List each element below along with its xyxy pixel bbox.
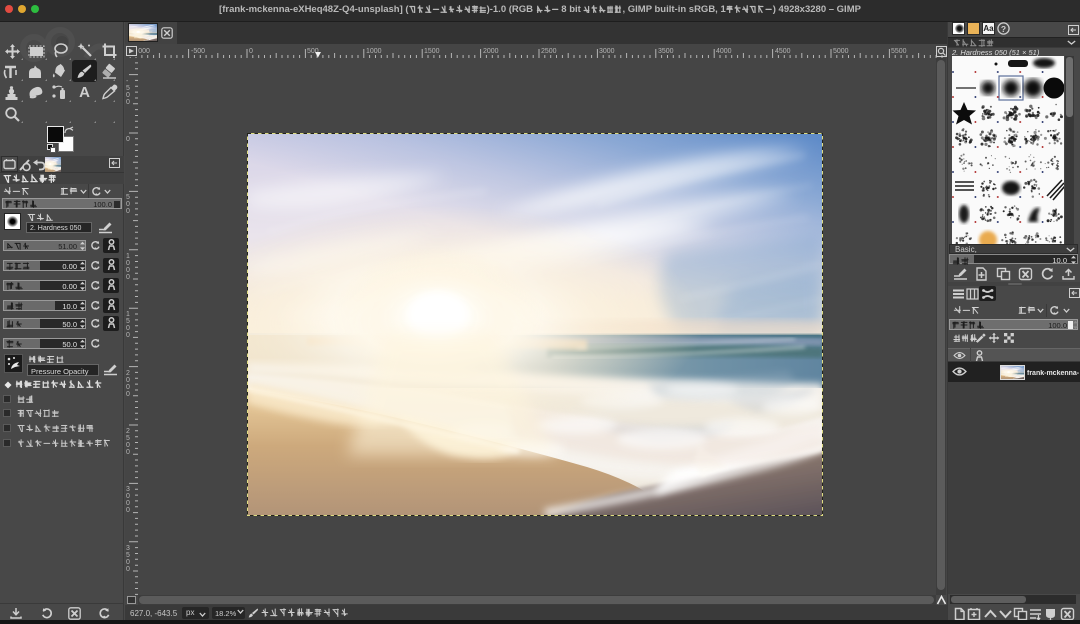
svg-text:5: 5 [126,552,130,559]
svg-text:0: 0 [126,267,130,274]
svg-text:2000: 2000 [483,48,499,55]
svg-text:2500: 2500 [541,48,557,55]
svg-text:0: 0 [126,325,130,332]
svg-text:5: 5 [126,435,130,442]
svg-text:-500: -500 [191,48,205,55]
svg-text:0: 0 [126,384,130,391]
svg-text:0: 0 [126,559,130,566]
svg-text:2: 2 [126,428,130,435]
svg-text:5500: 5500 [891,48,907,55]
svg-text:0: 0 [126,500,130,507]
svg-text:1: 1 [126,311,130,318]
svg-text:0: 0 [126,201,130,208]
svg-text:1000: 1000 [366,48,382,55]
svg-text:3000: 3000 [599,48,615,55]
svg-text:0: 0 [126,493,130,500]
svg-text:0: 0 [126,99,130,106]
svg-text:0: 0 [249,48,253,55]
svg-text:0: 0 [126,208,130,215]
svg-text:0: 0 [126,449,130,456]
svg-text:0: 0 [126,136,130,143]
svg-text:3500: 3500 [658,48,674,55]
svg-text:0: 0 [126,274,130,281]
svg-text:0: 0 [126,442,130,449]
svg-text:0: 0 [126,377,130,384]
svg-text:?: ? [1001,24,1006,34]
svg-text:5: 5 [126,318,130,325]
svg-text:4000: 4000 [716,48,732,55]
svg-text:5: 5 [126,194,130,201]
svg-text:0: 0 [126,391,130,398]
svg-text:0: 0 [126,92,130,99]
svg-text:1500: 1500 [424,48,440,55]
svg-text:3: 3 [126,486,130,493]
svg-text:5: 5 [126,85,130,92]
svg-text:0: 0 [126,566,130,573]
svg-text:0: 0 [126,507,130,514]
svg-text:5000: 5000 [833,48,849,55]
svg-text:3: 3 [126,545,130,552]
svg-text:0: 0 [126,332,130,339]
svg-text:2: 2 [126,370,130,377]
svg-text:4500: 4500 [775,48,791,55]
svg-text:A: A [79,84,90,100]
svg-text:1: 1 [126,253,130,260]
svg-text:0: 0 [126,260,130,267]
